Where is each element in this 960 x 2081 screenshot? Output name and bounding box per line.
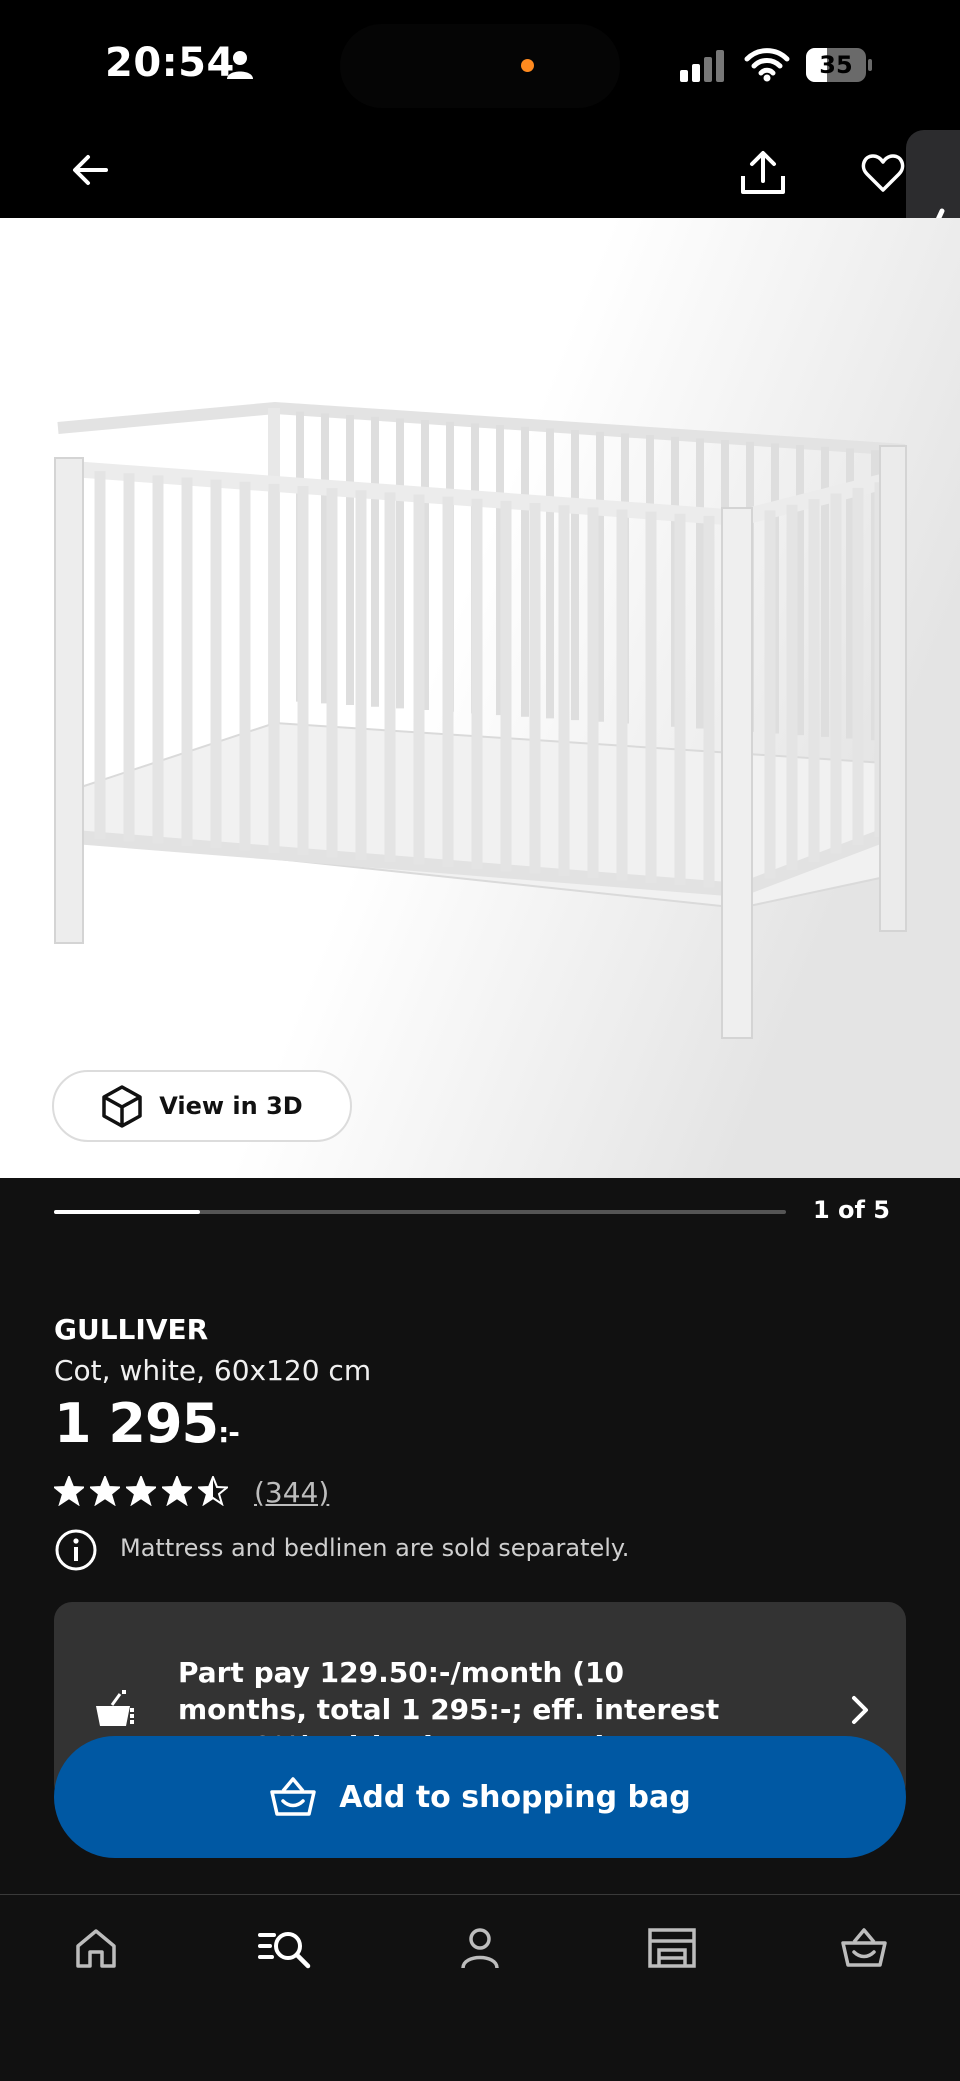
tab-stores[interactable] [642,1918,702,1978]
rating-stars[interactable] [54,1476,228,1510]
chevron-right-icon [852,1696,868,1724]
shopping-bag-icon [270,1777,316,1816]
product-description: Cot, white, 60x120 cm [54,1354,372,1387]
info-icon [55,1529,97,1571]
battery-icon: 35 [806,48,872,82]
product-price: 1 295:- [54,1392,240,1455]
star-icon [54,1476,84,1506]
tab-bag[interactable] [834,1918,894,1978]
product-image[interactable] [0,218,960,1178]
share-icon [741,151,785,194]
home-icon [76,1929,116,1968]
status-time: 20:54 [105,40,235,86]
tab-profile[interactable] [450,1918,510,1978]
star-icon [162,1476,192,1506]
add-to-bag-label: Add to shopping bag [339,1779,691,1815]
store-icon [648,1928,696,1968]
gallery-progress-fill [54,1210,201,1214]
price-suffix: :- [218,1416,240,1449]
share-button[interactable] [730,140,796,206]
price-value: 1 295 [54,1392,219,1455]
dynamic-island [340,24,620,108]
rating-count-link[interactable]: (344) [254,1476,329,1509]
crib-image [0,218,960,1178]
heart-icon [861,154,905,192]
star-icon [198,1476,228,1506]
tab-search[interactable] [256,1918,316,1978]
star-icon [90,1476,120,1506]
person-icon [227,51,253,79]
gallery-progress [54,1210,786,1214]
battery-percent: 35 [819,51,853,79]
separate-items-notice: Mattress and bedlinen are sold separatel… [120,1534,630,1562]
cube-icon [102,1085,142,1128]
gallery-pager-label: 1 of 5 [812,1196,890,1224]
privacy-indicator [521,59,534,72]
search-icon [258,1932,311,1969]
cellular-signal-icon [680,50,724,82]
product-name: GULLIVER [54,1313,209,1346]
star-icon [126,1476,156,1506]
add-to-bag-button[interactable]: Add to shopping bag [54,1736,906,1858]
back-button[interactable] [60,140,120,200]
view-3d-button[interactable]: View in 3D [52,1070,352,1142]
bag-icon [841,1928,887,1967]
top-nav [0,130,960,218]
arrow-left-icon [73,155,108,185]
view-3d-label: View in 3D [159,1092,303,1120]
part-pay-icon [96,1690,134,1726]
profile-icon [461,1928,499,1969]
tab-home[interactable] [66,1918,126,1978]
wifi-icon [744,48,790,82]
